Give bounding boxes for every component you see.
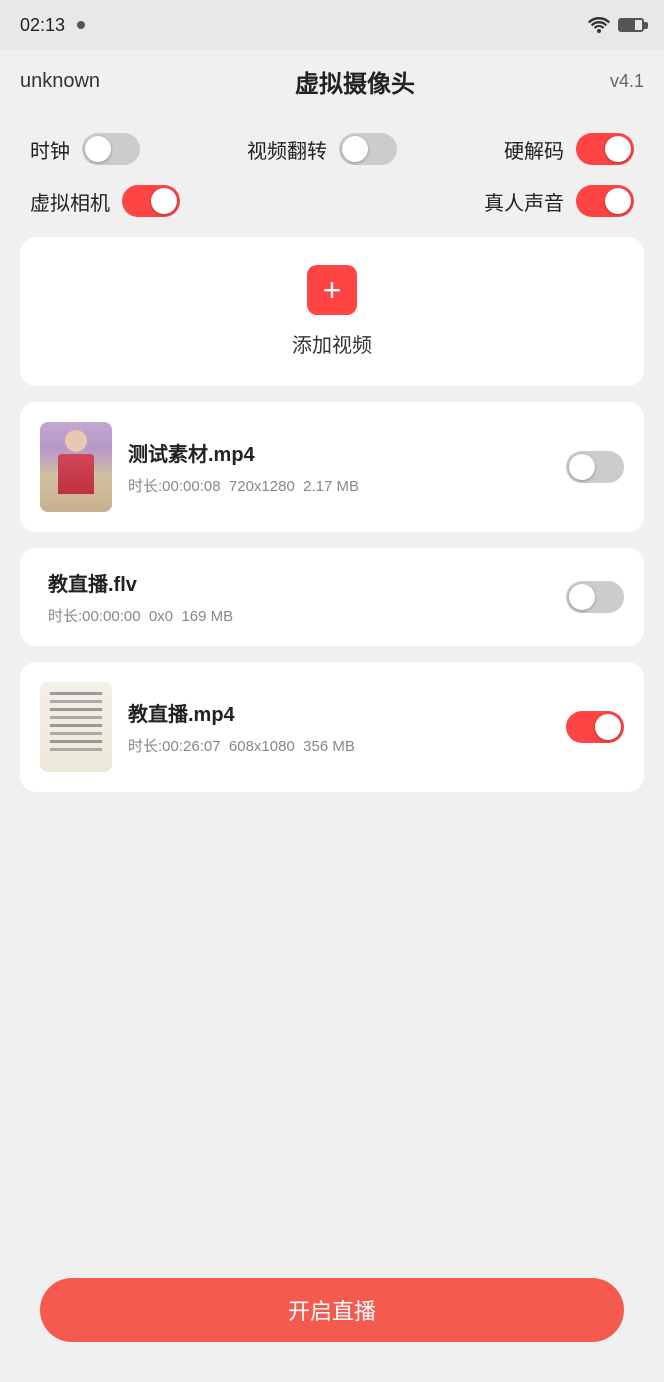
video-name-2: 教直播.mp4 bbox=[128, 698, 550, 727]
control-virtual-camera: 虚拟相机 bbox=[30, 185, 180, 217]
start-live-label: 开启直播 bbox=[288, 1294, 376, 1326]
control-clock: 时钟 bbox=[30, 133, 140, 165]
virtual-camera-toggle-knob bbox=[151, 188, 177, 214]
main-content: 时钟 视频翻转 硬解码 虚拟相机 bbox=[0, 113, 664, 938]
person-thumb-image bbox=[40, 422, 112, 512]
video-info-1: 教直播.flv 时长:00:00:00 0x0 169 MB bbox=[48, 568, 550, 626]
video-size-0: 2.17 MB bbox=[303, 478, 359, 495]
status-bar: 02:13 bbox=[0, 0, 664, 50]
virtual-camera-toggle[interactable] bbox=[122, 185, 180, 217]
bottom-section: 开启直播 bbox=[0, 1258, 664, 1382]
video-name-1: 教直播.flv bbox=[48, 568, 550, 597]
video-toggle-2 bbox=[566, 711, 624, 743]
status-time: 02:13 bbox=[20, 15, 65, 36]
video-size-2: 356 MB bbox=[303, 738, 355, 755]
video-meta-2: 时长:00:26:07 608x1080 356 MB bbox=[128, 735, 550, 756]
video-duration-0: 时长:00:00:08 bbox=[128, 478, 221, 495]
controls-row-1: 时钟 视频翻转 硬解码 bbox=[20, 123, 644, 175]
paper-thumb-image bbox=[40, 682, 112, 772]
add-video-button[interactable]: + bbox=[307, 265, 357, 315]
header: unknown 虚拟摄像头 v4.1 bbox=[0, 50, 664, 113]
wifi-icon bbox=[588, 17, 610, 33]
real-voice-toggle-knob bbox=[605, 188, 631, 214]
video-info-2: 教直播.mp4 时长:00:26:07 608x1080 356 MB bbox=[128, 698, 550, 756]
header-username: unknown bbox=[20, 70, 100, 93]
clock-toggle[interactable] bbox=[82, 133, 140, 165]
clock-label: 时钟 bbox=[30, 135, 70, 164]
video-toggle-0 bbox=[566, 451, 624, 483]
video-state-toggle-0[interactable] bbox=[566, 451, 624, 483]
video-meta-1: 时长:00:00:00 0x0 169 MB bbox=[48, 605, 550, 626]
add-video-label: 添加视频 bbox=[292, 329, 372, 358]
hw-decode-toggle[interactable] bbox=[576, 133, 634, 165]
hw-decode-label: 硬解码 bbox=[504, 135, 564, 164]
video-flip-toggle-knob bbox=[342, 136, 368, 162]
video-state-toggle-1[interactable] bbox=[566, 581, 624, 613]
video-resolution-1: 0x0 bbox=[149, 608, 173, 625]
video-name-0: 测试素材.mp4 bbox=[128, 438, 550, 467]
header-version: v4.1 bbox=[610, 71, 644, 92]
video-state-toggle-2[interactable] bbox=[566, 711, 624, 743]
header-title: 虚拟摄像头 bbox=[295, 64, 415, 99]
video-info-0: 测试素材.mp4 时长:00:00:08 720x1280 2.17 MB bbox=[128, 438, 550, 496]
status-icons bbox=[588, 17, 644, 33]
video-toggle-1 bbox=[566, 581, 624, 613]
video-meta-0: 时长:00:00:08 720x1280 2.17 MB bbox=[128, 475, 550, 496]
virtual-camera-label: 虚拟相机 bbox=[30, 187, 110, 216]
control-real-voice: 真人声音 bbox=[484, 185, 634, 217]
start-live-button[interactable]: 开启直播 bbox=[40, 1278, 624, 1342]
video-size-1: 169 MB bbox=[181, 608, 233, 625]
clock-toggle-knob bbox=[85, 136, 111, 162]
video-card-0: 测试素材.mp4 时长:00:00:08 720x1280 2.17 MB bbox=[20, 402, 644, 532]
video-card-2: 教直播.mp4 时长:00:26:07 608x1080 356 MB bbox=[20, 662, 644, 792]
bottom-spacer bbox=[20, 808, 644, 928]
real-voice-toggle[interactable] bbox=[576, 185, 634, 217]
video-card-1: 教直播.flv 时长:00:00:00 0x0 169 MB bbox=[20, 548, 644, 646]
control-video-flip: 视频翻转 bbox=[247, 133, 397, 165]
video-flip-label: 视频翻转 bbox=[247, 135, 327, 164]
video-resolution-0: 720x1280 bbox=[229, 478, 295, 495]
video-resolution-2: 608x1080 bbox=[229, 738, 295, 755]
video-flip-toggle[interactable] bbox=[339, 133, 397, 165]
control-hw-decode: 硬解码 bbox=[504, 133, 634, 165]
controls-section: 时钟 视频翻转 硬解码 虚拟相机 bbox=[20, 123, 644, 237]
video-duration-1: 时长:00:00:00 bbox=[48, 608, 141, 625]
video-thumbnail-0 bbox=[40, 422, 112, 512]
plus-icon: + bbox=[323, 274, 342, 306]
hw-decode-toggle-knob bbox=[605, 136, 631, 162]
battery-icon bbox=[618, 18, 644, 32]
status-dot bbox=[77, 21, 85, 29]
video-duration-2: 时长:00:26:07 bbox=[128, 738, 221, 755]
controls-row-2: 虚拟相机 真人声音 bbox=[20, 175, 644, 227]
video-thumbnail-2 bbox=[40, 682, 112, 772]
add-video-section[interactable]: + 添加视频 bbox=[20, 237, 644, 386]
real-voice-label: 真人声音 bbox=[484, 187, 564, 216]
